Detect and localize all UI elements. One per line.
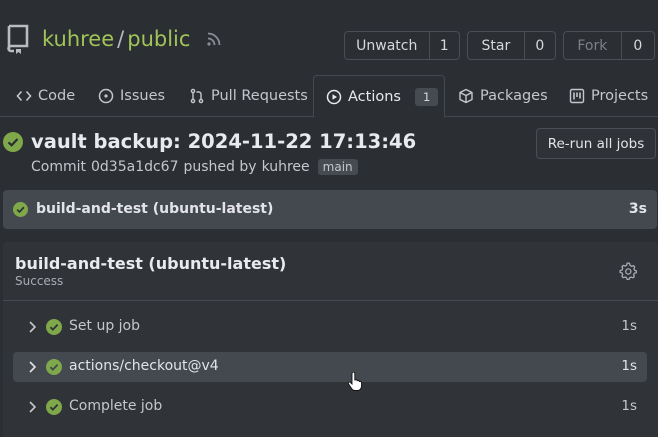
run-title: vault backup: 2024-11-22 17:13:46: [31, 130, 417, 153]
success-check-icon: [46, 399, 62, 415]
project-icon: [569, 88, 585, 104]
repo-icon: [7, 24, 29, 54]
rerun-all-jobs-button[interactable]: Re-run all jobs: [536, 128, 656, 159]
star-label: Star: [468, 32, 525, 59]
step-duration: 1s: [621, 358, 637, 374]
watch-label: Unwatch: [345, 32, 430, 59]
step-name: Set up job: [69, 318, 140, 334]
job-duration: 3s: [628, 201, 647, 217]
job-step[interactable]: actions/checkout@v4 1s: [13, 352, 647, 382]
job-detail-panel: build-and-test (ubuntu-latest) Success S…: [3, 242, 658, 437]
chevron-right-icon: [29, 401, 37, 413]
chevron-right-icon: [29, 361, 37, 373]
job-detail-status: Success: [15, 274, 64, 288]
tab-actions-label: Actions: [348, 88, 401, 105]
repo-name-link[interactable]: public: [127, 27, 190, 51]
success-check-icon: [46, 319, 62, 335]
gear-icon[interactable]: [619, 262, 637, 280]
repo-tabs: Code Issues Pull Requests Actions 1 Pack…: [0, 75, 658, 118]
success-check-icon: [3, 132, 23, 152]
pull-request-icon: [190, 88, 204, 104]
issue-icon: [98, 88, 114, 104]
watch-button[interactable]: Unwatch 1: [344, 31, 460, 60]
tab-pull-requests[interactable]: Pull Requests: [189, 75, 308, 117]
commit-sha-link[interactable]: 0d35a1dc67: [91, 159, 179, 175]
rss-icon[interactable]: [206, 31, 222, 47]
success-check-icon: [46, 359, 62, 375]
job-list-item[interactable]: build-and-test (ubuntu-latest) 3s: [3, 190, 657, 229]
repo-owner-link[interactable]: kuhree: [42, 27, 114, 51]
tab-code-label: Code: [38, 88, 76, 104]
tab-code[interactable]: Code: [16, 75, 75, 117]
branch-tag[interactable]: main: [317, 159, 358, 175]
mouse-cursor-icon: [347, 372, 362, 391]
fork-label: Fork: [564, 32, 622, 59]
star-button[interactable]: Star 0: [467, 31, 556, 60]
commit-prefix: Commit: [31, 159, 86, 175]
repo-header: kuhree / public Unwatch 1 Star 0 Fork 0: [0, 0, 658, 75]
tab-packages-label: Packages: [480, 88, 548, 104]
step-name: actions/checkout@v4: [69, 358, 219, 374]
job-detail-header: build-and-test (ubuntu-latest) Success: [3, 242, 658, 301]
success-check-icon: [13, 202, 28, 217]
play-icon: [326, 89, 342, 104]
tab-issues[interactable]: Issues: [98, 75, 165, 117]
watch-count[interactable]: 1: [430, 32, 459, 59]
code-icon: [16, 90, 32, 102]
tab-packages[interactable]: Packages: [458, 75, 548, 117]
job-step[interactable]: Complete job 1s: [13, 392, 647, 422]
tab-pull-requests-label: Pull Requests: [211, 88, 308, 104]
package-icon: [459, 88, 473, 104]
tab-projects-label: Projects: [591, 88, 649, 104]
repo-title: kuhree / public: [42, 25, 190, 53]
tab-projects[interactable]: Projects: [569, 75, 648, 117]
job-detail-title: build-and-test (ubuntu-latest): [15, 254, 287, 273]
repo-separator: /: [117, 27, 125, 51]
star-count[interactable]: 0: [525, 32, 555, 59]
job-name: build-and-test (ubuntu-latest): [36, 201, 274, 217]
chevron-right-icon: [29, 321, 37, 333]
step-duration: 1s: [621, 318, 637, 334]
fork-count[interactable]: 0: [622, 32, 654, 59]
step-name: Complete job: [69, 398, 163, 414]
author-link[interactable]: kuhree: [262, 159, 310, 175]
tab-actions[interactable]: Actions 1: [313, 75, 445, 118]
actions-count-badge: 1: [414, 87, 439, 106]
step-duration: 1s: [621, 398, 637, 414]
run-subtitle: Commit 0d35a1dc67 pushed by kuhree main: [31, 159, 358, 175]
job-step[interactable]: Set up job 1s: [13, 312, 647, 342]
fork-button[interactable]: Fork 0: [563, 31, 655, 60]
tab-issues-label: Issues: [120, 88, 166, 104]
pushed-by-text: pushed by: [183, 159, 257, 175]
